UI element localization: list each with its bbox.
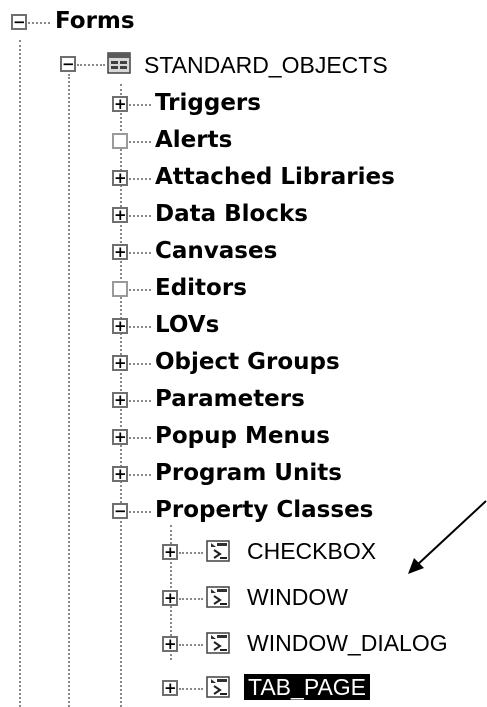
tree-connector <box>129 400 151 402</box>
empty-node-box-editors <box>112 281 128 297</box>
tree-node-window[interactable]: WINDOW <box>247 584 348 610</box>
tree-connector <box>129 104 151 106</box>
tree-connector <box>179 598 203 600</box>
expand-toggle-lovs[interactable]: + <box>112 318 128 334</box>
tree-connector <box>129 474 151 476</box>
tree-connector-forms-children <box>68 74 70 707</box>
property-class-icon <box>206 632 230 654</box>
empty-node-box-alerts <box>112 133 128 149</box>
expand-toggle-window-dialog[interactable]: + <box>162 636 178 652</box>
expand-toggle-data-blocks[interactable]: + <box>112 207 128 223</box>
tree-connector <box>179 552 203 554</box>
tree-node-data-blocks[interactable]: Data Blocks <box>155 201 308 227</box>
tree-node-triggers[interactable]: Triggers <box>155 90 261 116</box>
tree-node-program-units[interactable]: Program Units <box>155 460 342 486</box>
tree-connector <box>77 64 105 66</box>
form-module-icon <box>107 52 131 74</box>
expand-toggle-attached-libraries[interactable]: + <box>112 170 128 186</box>
expand-toggle-parameters[interactable]: + <box>112 392 128 408</box>
tree-connector <box>28 22 50 24</box>
property-class-icon <box>206 586 230 608</box>
expand-toggle-program-units[interactable]: + <box>112 466 128 482</box>
tree-connector <box>129 215 151 217</box>
tree-node-lovs[interactable]: LOVs <box>155 312 219 338</box>
tree-node-canvases[interactable]: Canvases <box>155 238 277 264</box>
tree-connector <box>179 688 203 690</box>
expand-toggle-object-groups[interactable]: + <box>112 355 128 371</box>
tree-node-parameters[interactable]: Parameters <box>155 386 305 412</box>
annotation-arrow <box>408 500 487 574</box>
property-class-icon <box>206 676 230 698</box>
collapse-toggle-property-classes[interactable]: − <box>112 503 128 519</box>
tree-node-popup-menus[interactable]: Popup Menus <box>155 423 330 449</box>
tree-connector <box>129 178 151 180</box>
tree-node-checkbox[interactable]: CHECKBOX <box>247 538 376 564</box>
tree-connector <box>129 511 151 513</box>
tree-node-object-groups[interactable]: Object Groups <box>155 349 340 375</box>
expand-toggle-popup-menus[interactable]: + <box>112 429 128 445</box>
expand-toggle-checkbox[interactable]: + <box>162 544 178 560</box>
tree-connector <box>129 437 151 439</box>
expand-toggle-tab-page[interactable]: + <box>162 680 178 696</box>
collapse-toggle-standard-objects[interactable]: − <box>60 56 76 72</box>
tree-connector <box>129 289 151 291</box>
tree-node-alerts[interactable]: Alerts <box>155 127 232 153</box>
tree-connector <box>179 644 203 646</box>
tree-connector <box>129 141 151 143</box>
tree-connector <box>129 252 151 254</box>
tree-node-tab-page-selected[interactable]: TAB_PAGE <box>244 674 371 700</box>
tree-node-attached-libraries[interactable]: Attached Libraries <box>155 164 395 190</box>
tree-connector <box>129 326 151 328</box>
tree-node-window-dialog[interactable]: WINDOW_DIALOG <box>247 630 448 656</box>
property-class-icon <box>206 540 230 562</box>
tree-node-standard-objects[interactable]: STANDARD_OBJECTS <box>144 52 388 78</box>
expand-toggle-canvases[interactable]: + <box>112 244 128 260</box>
tree-node-property-classes[interactable]: Property Classes <box>155 497 373 523</box>
tree-node-forms[interactable]: Forms <box>55 8 135 34</box>
tree-connector-root <box>19 40 21 707</box>
expand-toggle-window[interactable]: + <box>162 590 178 606</box>
expand-toggle-triggers[interactable]: + <box>112 96 128 112</box>
tree-connector <box>129 363 151 365</box>
collapse-toggle-forms[interactable]: − <box>11 14 27 30</box>
tree-node-editors[interactable]: Editors <box>155 275 247 301</box>
